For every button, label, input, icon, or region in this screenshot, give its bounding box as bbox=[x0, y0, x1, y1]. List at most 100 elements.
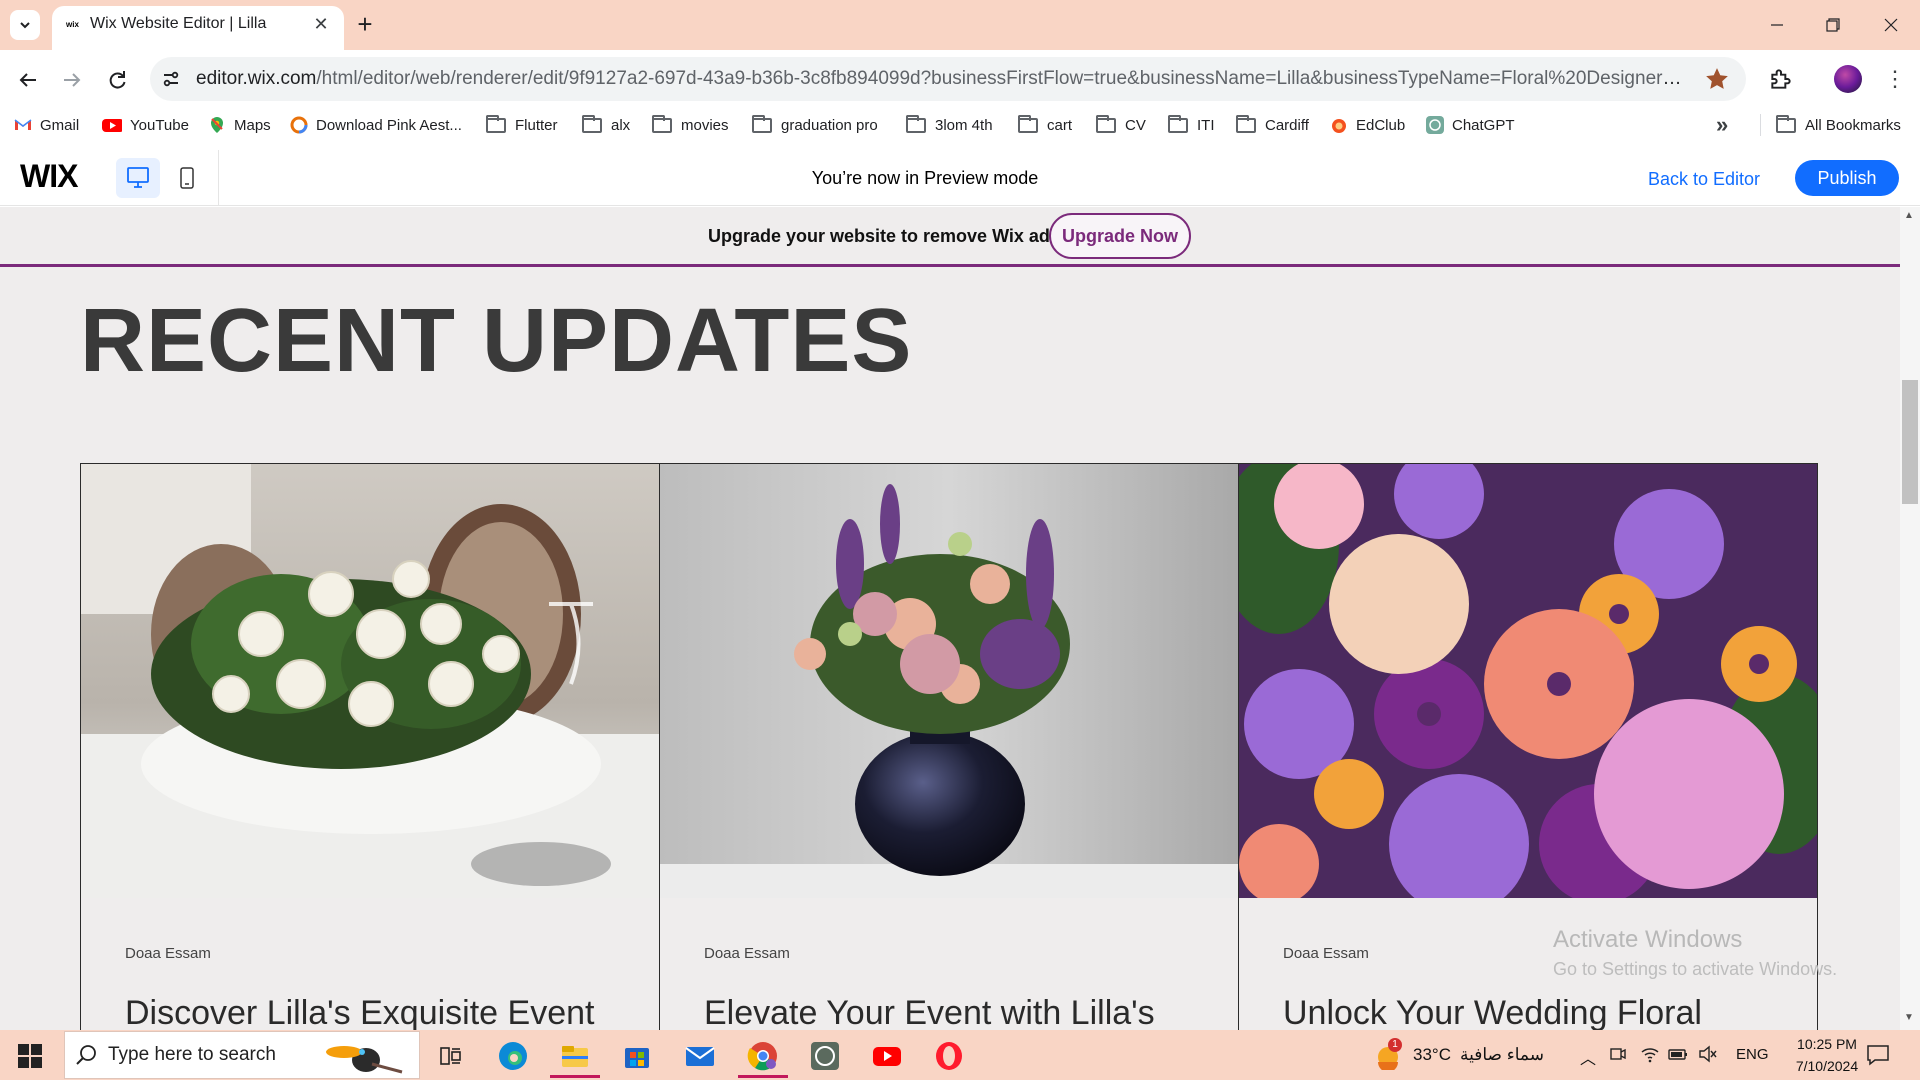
folder-icon bbox=[1776, 114, 1796, 133]
chevron-down-icon bbox=[20, 22, 30, 29]
publish-button[interactable]: Publish bbox=[1795, 160, 1899, 196]
weather-description[interactable]: سماء صافية bbox=[1460, 1045, 1544, 1065]
battery-icon[interactable] bbox=[1668, 1044, 1688, 1064]
bookmark-folder-cardiff[interactable]: Cardiff bbox=[1236, 114, 1309, 136]
colorful-flowers-image[interactable] bbox=[1239, 464, 1817, 898]
weather-alert-badge: 1 bbox=[1388, 1038, 1402, 1052]
weather-temperature[interactable]: 33°C bbox=[1413, 1045, 1451, 1065]
bookmark-folder-movies[interactable]: movies bbox=[652, 114, 729, 136]
forward-button[interactable] bbox=[58, 66, 86, 94]
bookmark-label: CV bbox=[1125, 116, 1146, 134]
bookmark-folder-cv[interactable]: CV bbox=[1096, 114, 1146, 136]
scroll-up-icon[interactable]: ▲ bbox=[1904, 210, 1914, 221]
taskbar-search-placeholder: Type here to search bbox=[108, 1044, 276, 1065]
bookmark-folder-cart[interactable]: cart bbox=[1018, 114, 1072, 136]
bookmark-label: alx bbox=[611, 116, 631, 134]
bookmark-maps[interactable]: Maps bbox=[208, 114, 271, 136]
task-view-icon[interactable] bbox=[432, 1038, 468, 1074]
blog-post-card[interactable]: Doaa Essam Elevate Your Event with Lilla… bbox=[659, 463, 1239, 1030]
page-scrollbar[interactable] bbox=[1900, 207, 1920, 1030]
all-bookmarks[interactable]: All Bookmarks bbox=[1776, 114, 1901, 136]
back-button[interactable] bbox=[14, 66, 42, 94]
bookmark-label: Download Pink Aest... bbox=[316, 116, 462, 134]
post-author: Doaa Essam bbox=[1283, 945, 1369, 962]
reload-icon bbox=[109, 71, 126, 89]
bookmark-label: graduation pro bbox=[781, 116, 878, 134]
post-title[interactable]: Discover Lilla's Exquisite Event bbox=[125, 994, 594, 1030]
download-site-icon bbox=[290, 116, 308, 134]
bookmark-folder-alx[interactable]: alx bbox=[582, 114, 630, 136]
post-author: Doaa Essam bbox=[704, 945, 790, 962]
bookmark-label: Maps bbox=[234, 116, 271, 134]
activate-windows-title: Activate Windows bbox=[1553, 926, 1743, 953]
notification-center-icon[interactable] bbox=[1866, 1044, 1890, 1066]
scrollbar-thumb[interactable] bbox=[1902, 380, 1918, 504]
tab-close-icon[interactable]: ✕ bbox=[310, 13, 332, 35]
youtube-app-icon[interactable] bbox=[869, 1038, 905, 1074]
browser-menu-icon[interactable]: ⋮ bbox=[1884, 66, 1906, 94]
bookmark-star-icon[interactable] bbox=[1704, 66, 1730, 92]
folder-icon bbox=[1096, 114, 1116, 133]
section-title: RECENT UPDATES bbox=[80, 291, 913, 391]
windows-start-icon[interactable] bbox=[18, 1044, 42, 1068]
microsoft-store-icon[interactable] bbox=[619, 1038, 655, 1074]
gmail-icon bbox=[14, 119, 32, 130]
bookmark-folder-iti[interactable]: ITI bbox=[1168, 114, 1215, 136]
bookmark-edclub[interactable]: EdClub bbox=[1330, 114, 1405, 136]
input-language[interactable]: ENG bbox=[1736, 1046, 1769, 1063]
bookmark-folder-graduation[interactable]: graduation pro bbox=[752, 114, 878, 136]
tray-overflow-chevron-icon[interactable]: ︿ bbox=[1580, 1045, 1596, 1069]
wifi-icon[interactable] bbox=[1640, 1044, 1660, 1064]
vase-bouquet-image[interactable] bbox=[660, 464, 1238, 898]
profile-avatar[interactable] bbox=[1834, 65, 1862, 93]
extensions-puzzle-icon[interactable] bbox=[1768, 66, 1794, 92]
folder-icon bbox=[906, 114, 926, 133]
tab-search-button[interactable] bbox=[10, 10, 40, 40]
folder-icon bbox=[652, 114, 672, 133]
bookmark-download-pink[interactable]: Download Pink Aest... bbox=[290, 114, 462, 136]
active-app-indicator bbox=[738, 1075, 788, 1078]
bookmark-chatgpt[interactable]: ChatGPT bbox=[1426, 114, 1515, 136]
active-app-indicator bbox=[550, 1075, 600, 1078]
window-close-button[interactable] bbox=[1876, 10, 1906, 40]
new-tab-button[interactable]: + bbox=[352, 11, 378, 38]
folder-icon bbox=[1018, 114, 1038, 133]
bookmark-label: Flutter bbox=[515, 116, 558, 134]
bookmark-folder-flutter[interactable]: Flutter bbox=[486, 114, 558, 136]
back-to-editor-link[interactable]: Back to Editor bbox=[1648, 169, 1760, 190]
whatsapp-icon[interactable] bbox=[807, 1038, 843, 1074]
mail-icon[interactable] bbox=[682, 1038, 718, 1074]
edge-browser-icon[interactable] bbox=[495, 1038, 531, 1074]
upgrade-now-button[interactable]: Upgrade Now bbox=[1049, 213, 1191, 259]
bookmark-gmail[interactable]: Gmail bbox=[14, 114, 79, 136]
opera-icon[interactable] bbox=[931, 1038, 967, 1074]
maps-icon bbox=[211, 117, 223, 133]
all-bookmarks-label: All Bookmarks bbox=[1805, 116, 1901, 134]
bookmark-youtube[interactable]: YouTube bbox=[100, 114, 189, 136]
post-title[interactable]: Elevate Your Event with Lilla's bbox=[704, 994, 1155, 1030]
post-title[interactable]: Unlock Your Wedding Floral bbox=[1283, 994, 1702, 1030]
bookmarks-overflow-icon[interactable]: » bbox=[1716, 112, 1728, 138]
site-info-icon[interactable] bbox=[160, 68, 182, 90]
meet-now-icon[interactable] bbox=[1608, 1044, 1628, 1064]
window-restore-button[interactable] bbox=[1818, 10, 1848, 40]
chrome-icon[interactable] bbox=[745, 1038, 781, 1074]
wix-favicon-icon: wix bbox=[66, 20, 79, 29]
window-minimize-button[interactable] bbox=[1762, 10, 1792, 40]
reload-button[interactable] bbox=[103, 66, 131, 94]
file-explorer-icon[interactable] bbox=[557, 1038, 593, 1074]
edclub-icon bbox=[1332, 119, 1346, 133]
volume-muted-icon[interactable] bbox=[1698, 1044, 1718, 1064]
url-path: /html/editor/web/renderer/edit/9f9127a2-… bbox=[316, 68, 1696, 89]
youtube-icon bbox=[102, 119, 122, 132]
white-roses-table-image[interactable] bbox=[81, 464, 659, 898]
scroll-down-icon[interactable]: ▼ bbox=[1904, 1012, 1914, 1023]
bookmark-label: Gmail bbox=[40, 116, 80, 134]
bookmark-folder-3lom[interactable]: 3lom 4th bbox=[906, 114, 993, 136]
blog-post-card[interactable]: Doaa Essam Discover Lilla's Exquisite Ev… bbox=[80, 463, 660, 1030]
clock-time[interactable]: 10:25 PM bbox=[1782, 1036, 1872, 1052]
url-text[interactable]: editor.wix.com/html/editor/web/renderer/… bbox=[196, 68, 1696, 90]
search-icon bbox=[74, 1043, 98, 1067]
clock-date[interactable]: 7/10/2024 bbox=[1782, 1058, 1872, 1074]
folder-icon bbox=[582, 114, 602, 133]
